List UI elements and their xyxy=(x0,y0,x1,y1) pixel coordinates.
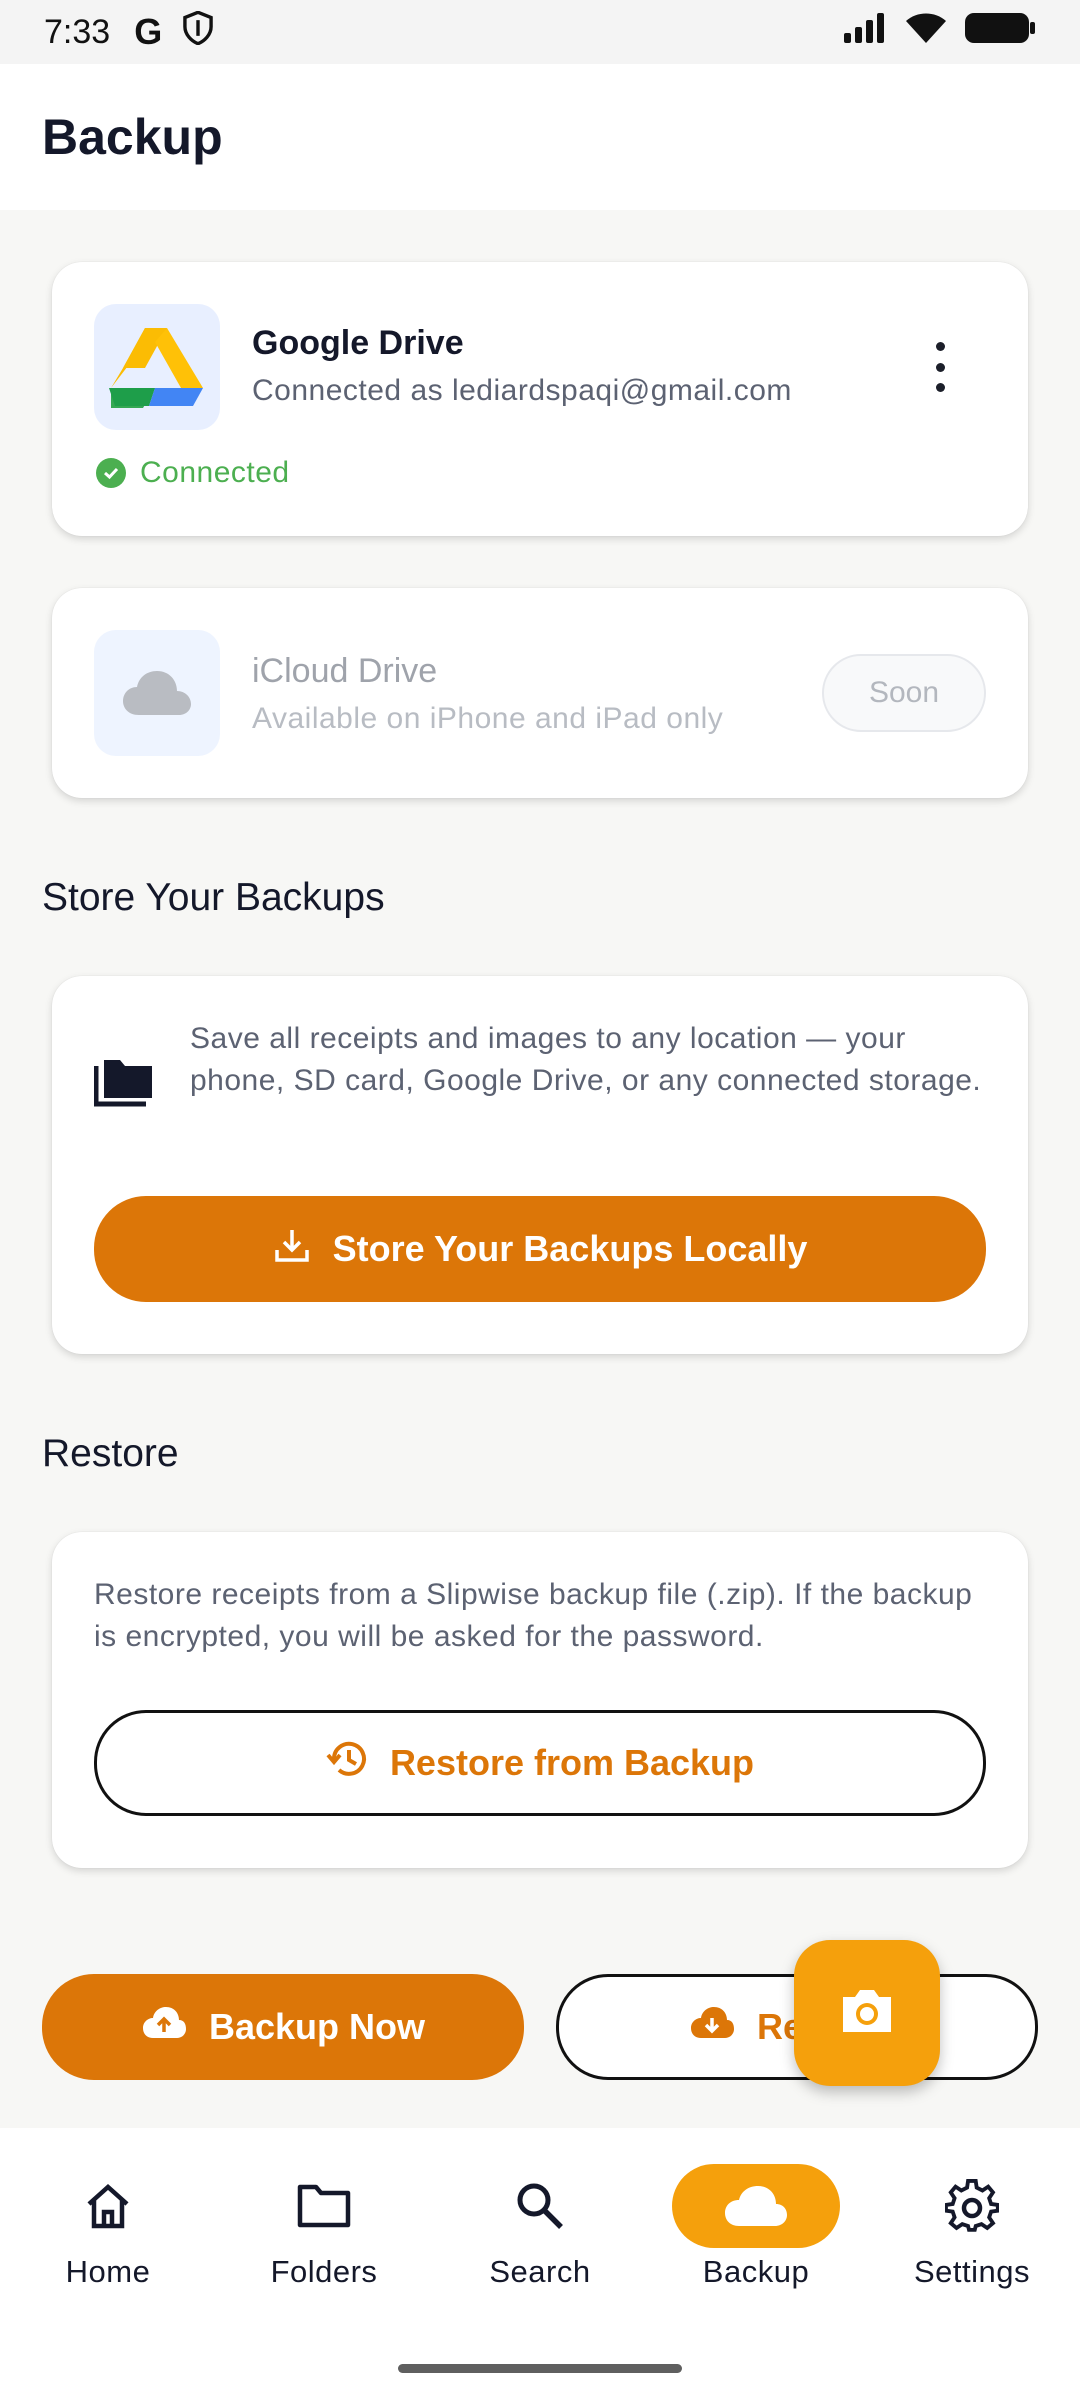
google-drive-title: Google Drive xyxy=(252,324,464,362)
wifi-icon xyxy=(904,11,948,54)
app-bar: Backup xyxy=(0,64,1080,210)
google-drive-account: Connected as lediardspaqi@gmail.com xyxy=(252,374,792,407)
nav-settings-label: Settings xyxy=(913,2254,1030,2289)
store-backups-card: Save all receipts and images to any loca… xyxy=(52,976,1028,1354)
folder-icon xyxy=(296,2164,352,2248)
cloud-download-icon xyxy=(689,2006,735,2049)
restore-description: Restore receipts from a Slipwise backup … xyxy=(94,1578,973,1653)
nav-backup-label: Backup xyxy=(702,2254,810,2289)
nav-folders[interactable]: Folders xyxy=(239,2164,409,2304)
icloud-subtitle: Available on iPhone and iPad only xyxy=(252,702,724,735)
more-options-icon[interactable] xyxy=(930,342,950,392)
nav-folders-label: Folders xyxy=(270,2254,378,2289)
check-circle-icon xyxy=(96,458,126,488)
gear-icon xyxy=(945,2164,999,2248)
home-icon xyxy=(83,2164,133,2248)
cloud-upload-icon xyxy=(141,2006,187,2049)
home-indicator[interactable] xyxy=(398,2364,682,2373)
restore-from-backup-button[interactable]: Restore from Backup xyxy=(94,1710,986,1816)
battery-icon xyxy=(964,11,1036,54)
camera-icon xyxy=(839,1987,895,2040)
backup-now-label: Backup Now xyxy=(208,2006,426,2047)
icloud-drive-card: iCloud Drive Available on iPhone and iPa… xyxy=(52,588,1028,798)
status-bar: 7:33 G xyxy=(0,0,1080,64)
store-description: Save all receipts and images to any loca… xyxy=(190,1022,982,1097)
connection-status: Connected xyxy=(96,456,290,490)
folder-stack-icon xyxy=(93,1056,154,1113)
restore-from-backup-label: Restore from Backup xyxy=(389,1742,755,1783)
backup-now-button[interactable]: Backup Now xyxy=(42,1974,524,2080)
store-locally-label: Store Your Backups Locally xyxy=(332,1228,808,1269)
status-time: 7:33 xyxy=(44,12,111,51)
google-drive-icon xyxy=(94,304,220,430)
history-icon xyxy=(326,1739,368,1788)
restore-card: Restore receipts from a Slipwise backup … xyxy=(52,1532,1028,1868)
nav-settings[interactable]: Settings xyxy=(887,2164,1057,2304)
cloud-icon xyxy=(672,2164,840,2248)
page-title: Backup xyxy=(42,109,223,165)
nav-search-label: Search xyxy=(489,2254,591,2289)
connection-status-label: Connected xyxy=(140,456,290,489)
icloud-title: iCloud Drive xyxy=(252,652,438,690)
search-icon xyxy=(515,2164,565,2248)
nav-home[interactable]: Home xyxy=(23,2164,193,2304)
camera-fab[interactable] xyxy=(794,1940,940,2086)
store-section-title: Store Your Backups xyxy=(42,876,385,919)
nav-home-label: Home xyxy=(65,2254,151,2289)
bottom-navigation: Home Folders Search Backup Settings xyxy=(0,2128,1080,2400)
google-drive-card[interactable]: Google Drive Connected as lediardspaqi@g… xyxy=(52,262,1028,536)
signal-icon xyxy=(842,11,888,54)
download-icon xyxy=(273,1226,311,1273)
soon-badge: Soon xyxy=(822,654,986,732)
icloud-icon xyxy=(94,630,220,756)
restore-section-title: Restore xyxy=(42,1432,179,1475)
google-notification-icon: G xyxy=(134,11,163,52)
store-locally-button[interactable]: Store Your Backups Locally xyxy=(94,1196,986,1302)
shield-icon xyxy=(182,9,214,54)
nav-search[interactable]: Search xyxy=(455,2164,625,2304)
nav-backup[interactable]: Backup xyxy=(671,2164,841,2304)
